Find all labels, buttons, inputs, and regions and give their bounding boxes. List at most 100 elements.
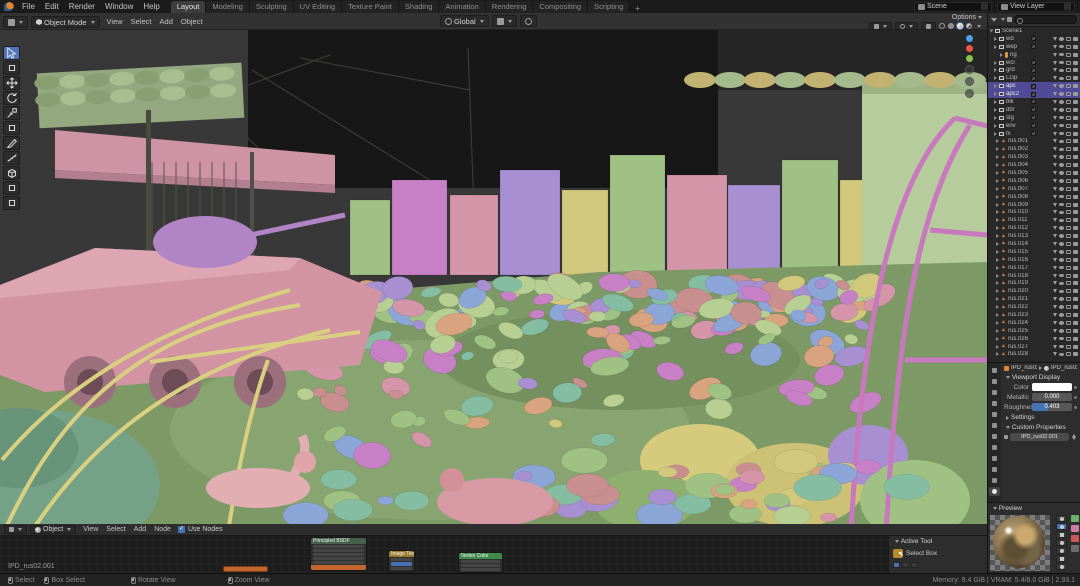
custom-properties-panel-header[interactable]: Custom Properties xyxy=(1004,424,1077,431)
new-scene-button[interactable] xyxy=(981,3,988,10)
node-header[interactable]: Principled BSDF xyxy=(311,538,366,544)
shader-menu-select[interactable]: Select xyxy=(102,524,129,536)
zoom-control-icon[interactable] xyxy=(964,65,974,74)
outliner-search-input[interactable] xyxy=(1014,15,1077,24)
shader-menu-add[interactable]: Add xyxy=(130,524,150,536)
scene-selector[interactable]: Scene xyxy=(914,1,992,12)
outliner-row-object[interactable]: rus.005 xyxy=(988,169,1080,177)
object-data-tab[interactable] xyxy=(989,476,1000,485)
hair-preview-button[interactable] xyxy=(1056,539,1067,546)
outliner-row-object[interactable]: rus.021 xyxy=(988,295,1080,303)
outliner-row-object[interactable]: rus.025 xyxy=(988,327,1080,335)
transform-orientation-select[interactable]: Global xyxy=(440,15,489,27)
display-mode-icon[interactable] xyxy=(1007,17,1012,22)
breadcrumb-object[interactable]: IPD_rus02.001 xyxy=(1011,365,1037,371)
outliner-row-collection[interactable]: rig xyxy=(988,51,1080,59)
outliner-row-collection[interactable]: wep xyxy=(988,43,1080,51)
outliner-row-object[interactable]: rus.001 xyxy=(988,137,1080,145)
particles-tab[interactable] xyxy=(989,454,1000,463)
outliner-row-object[interactable]: rus.007 xyxy=(988,185,1080,193)
axis-y-icon[interactable] xyxy=(965,55,973,62)
node-vertex-color[interactable]: Vertex Color xyxy=(458,552,503,573)
navigation-gizmo[interactable] xyxy=(957,35,981,98)
outliner-row-collection[interactable]: fx xyxy=(988,130,1080,138)
workspace-tab-rendering[interactable]: Rendering xyxy=(485,1,534,13)
breadcrumb-material[interactable]: IPD_rus02.001 xyxy=(1051,365,1077,371)
node-header[interactable]: Vertex Color xyxy=(459,553,502,559)
editor-type-button[interactable] xyxy=(4,525,27,534)
node-canvas[interactable]: Principled BSDF Image Texture Vertex Col… xyxy=(0,536,987,573)
cursor-tool[interactable] xyxy=(3,61,20,75)
sphere-preview-button[interactable] xyxy=(1056,523,1067,530)
viewport-color-swatch[interactable] xyxy=(1032,383,1072,391)
axis-z-icon[interactable] xyxy=(965,35,973,42)
outliner-row-object[interactable]: rus.020 xyxy=(988,287,1080,295)
rotate-tool[interactable] xyxy=(3,91,20,105)
metallic-slider[interactable]: 0.000 xyxy=(1032,393,1072,401)
outliner-row-collection[interactable]: blk xyxy=(988,98,1080,106)
outliner-row-collection[interactable]: env xyxy=(988,122,1080,130)
outliner-row-object[interactable]: rus.002 xyxy=(988,145,1080,153)
viewport-canvas[interactable] xyxy=(0,30,987,524)
custom-property-button[interactable]: IPD_rus02.001 xyxy=(1010,433,1069,441)
viewport-menu-object[interactable]: Object xyxy=(177,15,207,29)
node-principled-bsdf[interactable]: Principled BSDF xyxy=(310,537,367,571)
filter-funnel-icon[interactable] xyxy=(991,17,997,22)
outliner-row-object[interactable]: rus.009 xyxy=(988,201,1080,209)
world-tab[interactable] xyxy=(989,421,1000,430)
tool-tab[interactable] xyxy=(989,366,1000,375)
outliner-row-collection[interactable]: dbr xyxy=(988,106,1080,114)
annotate-tool[interactable] xyxy=(3,136,20,150)
outliner-row-object[interactable]: rus.015 xyxy=(988,248,1080,256)
outliner-row-collection[interactable]: grd xyxy=(988,66,1080,74)
outliner-row-object[interactable]: rus.003 xyxy=(988,153,1080,161)
settings-panel-header[interactable]: Settings xyxy=(1004,414,1077,421)
outliner-row-collection[interactable]: apc2 xyxy=(988,90,1080,99)
remove-view-layer-button[interactable] xyxy=(1064,3,1071,10)
outliner-row-object[interactable]: rus.012 xyxy=(988,224,1080,232)
cube-preview-button[interactable] xyxy=(1056,531,1067,538)
outliner-row-object[interactable]: rus.028 xyxy=(988,351,1080,359)
cloth-preview-button[interactable] xyxy=(1056,555,1067,562)
outliner-row-collection[interactable]: wd xyxy=(988,35,1080,43)
outliner-row-object[interactable]: rus.008 xyxy=(988,193,1080,201)
shading-rendered-button[interactable] xyxy=(966,23,972,29)
flat-preview-button[interactable] xyxy=(1056,515,1067,522)
axis-x-icon[interactable] xyxy=(965,45,973,52)
shading-solid-button[interactable] xyxy=(948,23,954,29)
drag-handle-icon[interactable] xyxy=(1004,435,1008,439)
workspace-tab-modeling[interactable]: Modeling xyxy=(206,1,250,13)
tool-option-button[interactable] xyxy=(902,562,909,568)
outliner-row-object[interactable]: rus.019 xyxy=(988,280,1080,288)
node-collapsed-texture[interactable] xyxy=(223,566,268,572)
editor-type-button[interactable] xyxy=(3,16,28,28)
scale-tool[interactable] xyxy=(3,106,20,120)
extrude-tool[interactable] xyxy=(3,181,20,195)
material-tab-icon[interactable] xyxy=(1071,525,1079,532)
viewport-menu-view[interactable]: View xyxy=(103,15,127,29)
shader-type-select[interactable]: Object xyxy=(30,525,77,534)
use-nodes-checkbox[interactable] xyxy=(177,526,185,533)
fluid-preview-button[interactable] xyxy=(1056,563,1067,570)
shader-menu-view[interactable]: View xyxy=(79,524,102,536)
outliner-row-object[interactable]: rus.017 xyxy=(988,264,1080,272)
outliner-row-collection[interactable]: stg xyxy=(988,114,1080,122)
mode-select[interactable]: Object Mode xyxy=(31,16,100,28)
proportional-editing-toggle[interactable] xyxy=(519,15,537,27)
world-tab-icon[interactable] xyxy=(1071,515,1079,522)
pan-control-icon[interactable] xyxy=(964,77,974,86)
options-menu[interactable]: Options xyxy=(952,14,982,21)
render-tab[interactable] xyxy=(989,377,1000,386)
workspace-tab-animation[interactable]: Animation xyxy=(439,1,486,13)
outliner-row-object[interactable]: rus.024 xyxy=(988,319,1080,327)
modifiers-tab[interactable] xyxy=(989,443,1000,452)
material-tab[interactable] xyxy=(989,487,1000,496)
outliner-row-collection[interactable]: apc xyxy=(988,82,1080,91)
transform-tool[interactable] xyxy=(3,121,20,135)
blender-logo-icon[interactable] xyxy=(4,2,14,11)
workspace-tab-texture-paint[interactable]: Texture Paint xyxy=(342,1,399,13)
menu-edit[interactable]: Edit xyxy=(40,2,64,11)
tool-option-button[interactable] xyxy=(893,562,900,568)
outliner-row-collection[interactable]: LGp xyxy=(988,74,1080,82)
outliner-row-object[interactable]: rus.004 xyxy=(988,161,1080,169)
